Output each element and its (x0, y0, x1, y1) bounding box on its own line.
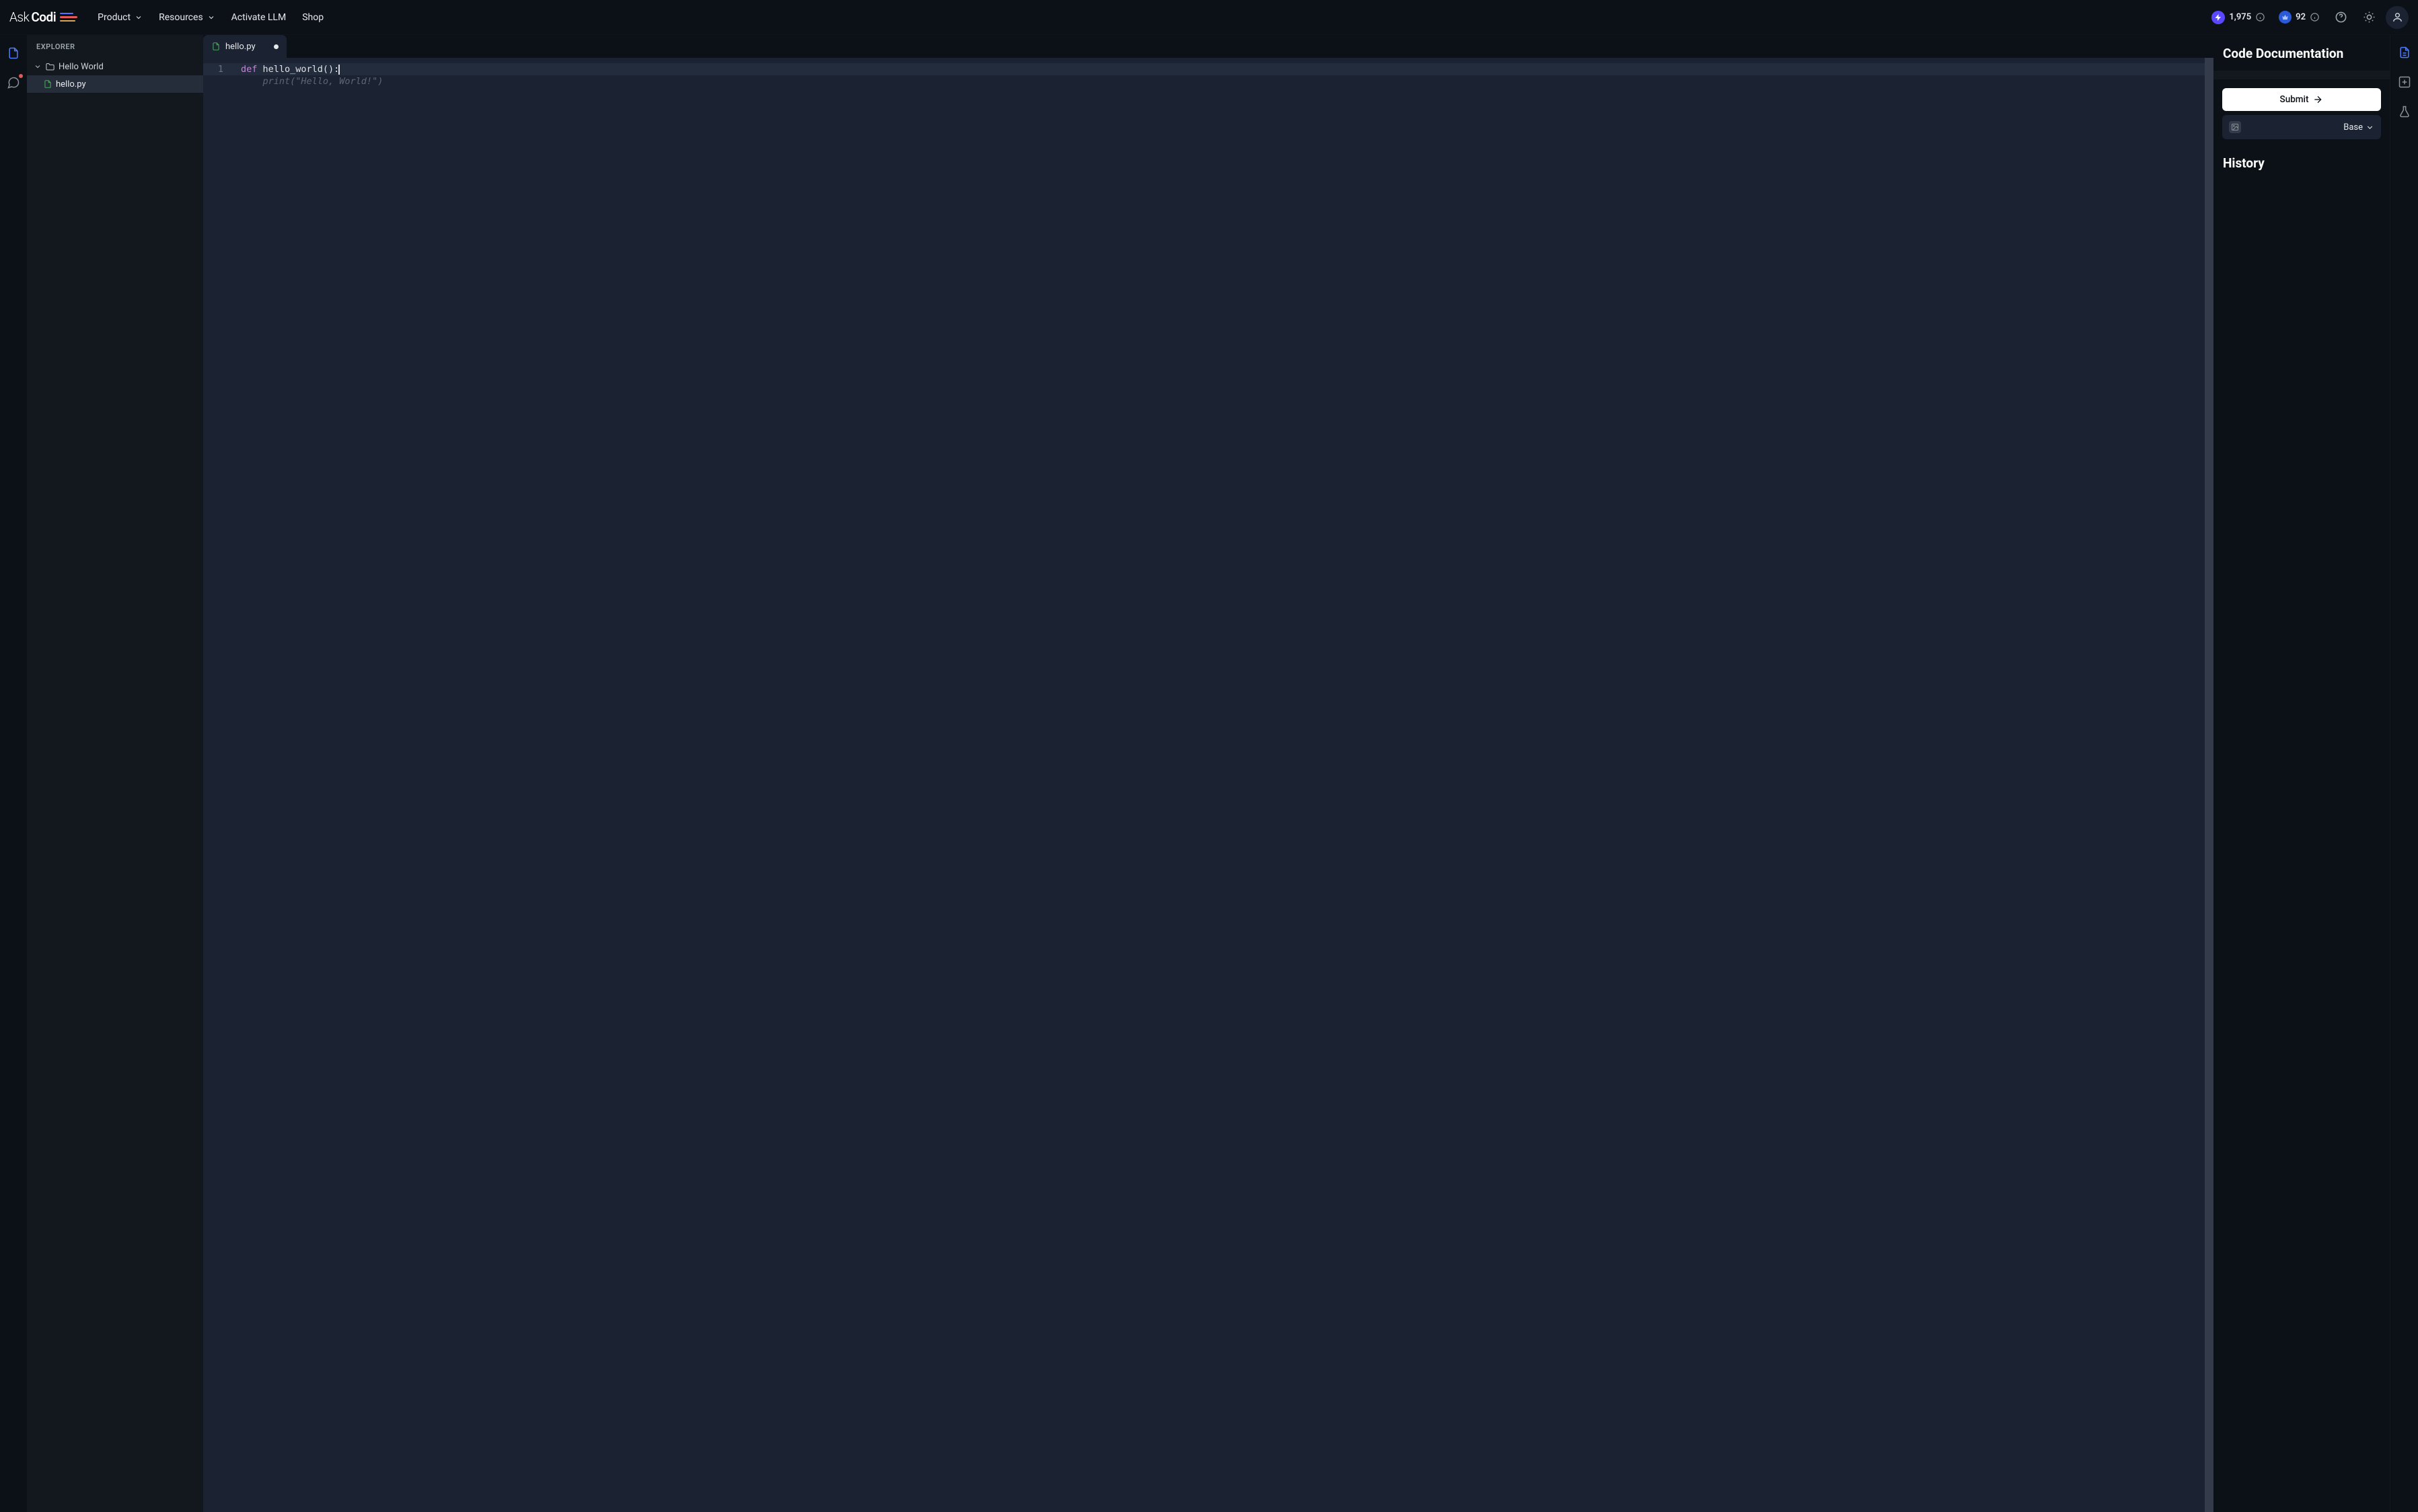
activity-explorer[interactable] (2, 42, 25, 65)
activity-chat[interactable] (2, 71, 25, 94)
history-title: History (2213, 139, 2390, 179)
sun-icon (2363, 11, 2376, 24)
dirty-indicator (274, 44, 279, 49)
nav-resources-label: Resources (159, 12, 203, 23)
folder-row[interactable]: Hello World (27, 58, 203, 75)
chevron-down-icon (2366, 123, 2374, 132)
bolt-icon (2211, 11, 2225, 24)
chat-icon (7, 76, 20, 89)
python-file-icon (43, 79, 52, 89)
info-icon (2255, 12, 2265, 22)
theme-button[interactable] (2357, 6, 2380, 29)
folder-icon (45, 62, 55, 72)
file-name: hello.py (56, 79, 86, 89)
doc-icon (2398, 46, 2411, 59)
nav-resources[interactable]: Resources (151, 7, 223, 28)
credits-stat[interactable]: 1,975 (2207, 8, 2269, 27)
editor-scrollbar[interactable] (2205, 58, 2213, 1512)
nav-shop-label: Shop (302, 12, 324, 23)
doc-panel-title: Code Documentation (2213, 35, 2390, 71)
code-line-1: def hello_world(): (230, 63, 340, 75)
crown-icon (2279, 11, 2292, 24)
nav-shop[interactable]: Shop (294, 7, 332, 28)
rail-lab[interactable] (2394, 101, 2415, 122)
tab-hello-py[interactable]: hello.py (203, 35, 287, 58)
explorer-title: EXPLORER (27, 35, 203, 58)
ghost-suggestion: print("Hello, World!") (230, 75, 383, 87)
submit-button[interactable]: Submit (2222, 88, 2381, 111)
folder-name: Hello World (59, 62, 104, 72)
activity-bar (0, 35, 27, 1512)
flask-icon (2398, 105, 2411, 118)
mode-selector[interactable]: Base (2222, 115, 2381, 139)
rail-diff[interactable] (2394, 71, 2415, 93)
file-icon (7, 46, 20, 60)
logo[interactable]: AskCodi (9, 9, 77, 25)
line-number-blank (203, 75, 230, 87)
nav-product[interactable]: Product (89, 7, 151, 28)
text-cursor (338, 65, 340, 75)
editor-area: hello.py 1 def hello_world(): print("Hel… (203, 35, 2213, 1512)
nav-activate-llm[interactable]: Activate LLM (223, 7, 295, 28)
explorer-panel: EXPLORER Hello World hello.py (27, 35, 203, 1512)
python-file-icon (211, 42, 221, 51)
chevron-down-icon (34, 63, 42, 71)
code-editor[interactable]: 1 def hello_world(): print("Hello, World… (203, 58, 2213, 1512)
crown-stat[interactable]: 92 (2275, 8, 2324, 26)
nav-activate-label: Activate LLM (231, 12, 287, 23)
diff-icon (2398, 75, 2411, 89)
mode-label: Base (2343, 122, 2363, 133)
logo-lines-icon (60, 13, 77, 22)
logo-bold-text: Codi (31, 9, 56, 25)
rail-documentation[interactable] (2394, 42, 2415, 63)
account-button[interactable] (2386, 6, 2409, 29)
notification-dot (19, 74, 23, 78)
nav-product-label: Product (98, 12, 131, 23)
chevron-down-icon (207, 13, 215, 22)
credits-value: 1,975 (2229, 12, 2251, 22)
tab-label: hello.py (225, 42, 256, 52)
editor-tabs: hello.py (203, 35, 2213, 58)
help-icon (2335, 11, 2347, 24)
crown-value: 92 (2296, 12, 2306, 22)
right-rail (2390, 35, 2418, 1512)
image-icon (2229, 121, 2241, 133)
submit-label: Submit (2280, 94, 2309, 105)
logo-thin-text: Ask (9, 9, 29, 25)
file-row-hello-py[interactable]: hello.py (27, 75, 203, 93)
help-button[interactable] (2329, 6, 2352, 29)
chevron-down-icon (135, 13, 143, 22)
line-number: 1 (203, 63, 230, 75)
info-icon (2310, 12, 2320, 22)
arrow-right-icon (2312, 94, 2323, 105)
user-icon (2392, 11, 2403, 23)
doc-panel: Code Documentation Submit Base History (2213, 35, 2390, 1512)
